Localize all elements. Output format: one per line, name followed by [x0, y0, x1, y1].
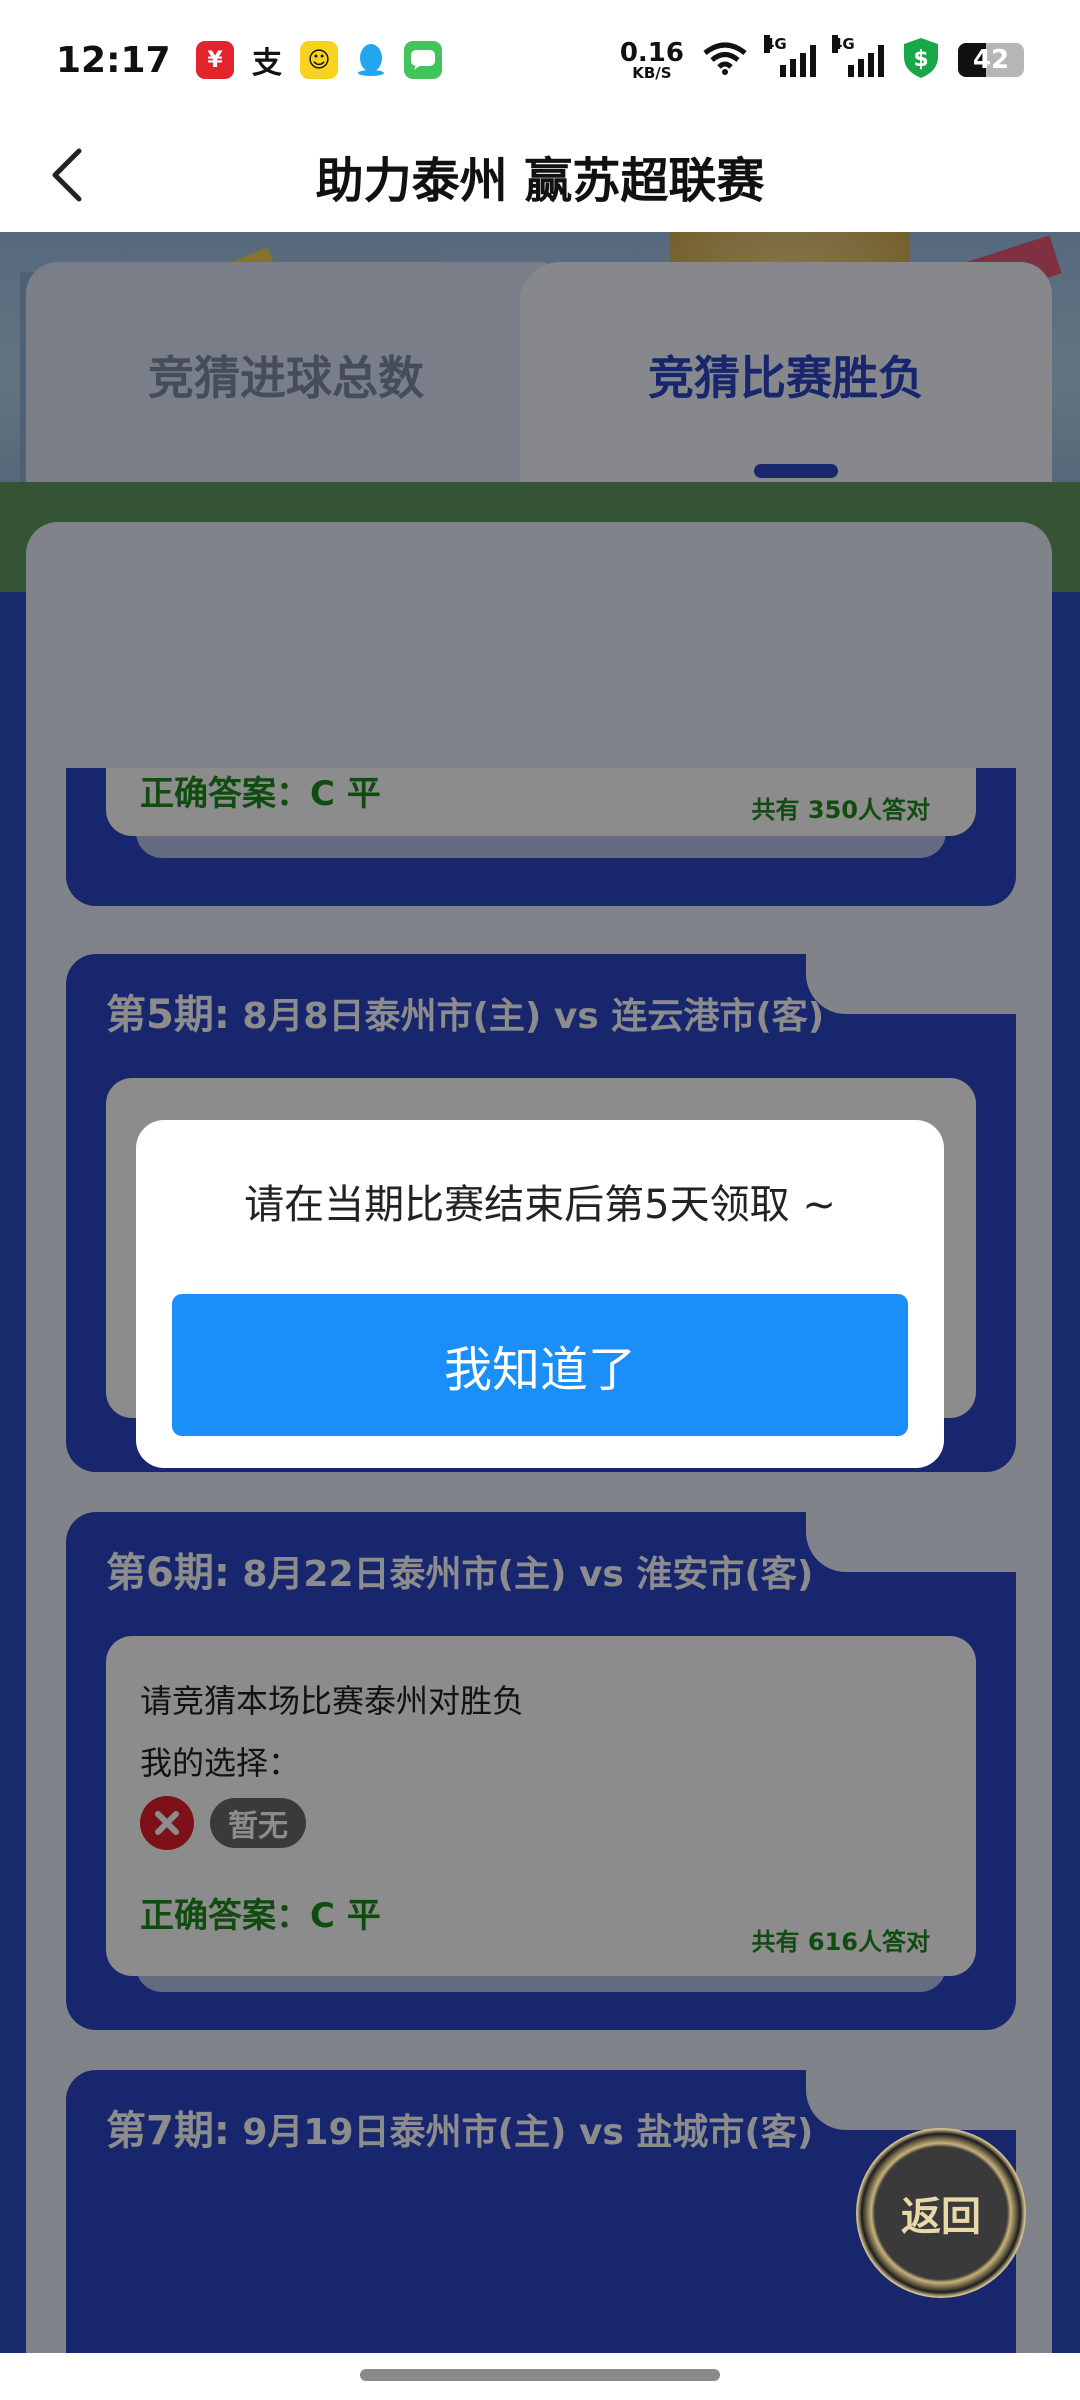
security-shield-icon: $ — [902, 37, 940, 83]
qq-icon — [352, 41, 390, 79]
battery-icon: 42 — [958, 43, 1024, 77]
messages-icon — [404, 41, 442, 79]
status-bar: 12:17 ¥ 支 ☺ 0.16 KB/S 4G 4G $ 42 — [0, 0, 1080, 120]
gesture-bar — [0, 2353, 1080, 2400]
notification-icons: ¥ 支 ☺ — [196, 41, 442, 81]
back-arrow-icon[interactable] — [44, 142, 88, 208]
return-button-label: 返回 — [901, 2194, 981, 2240]
signal-sim1-icon: 4G — [764, 35, 816, 77]
yunshanfu-icon: ¥ — [196, 41, 234, 79]
confirm-button[interactable]: 我知道了 — [172, 1294, 908, 1436]
return-button[interactable]: 返回 — [856, 2128, 1026, 2298]
status-time: 12:17 — [56, 39, 171, 81]
page-title: 助力泰州 赢苏超联赛 — [315, 153, 765, 209]
home-indicator[interactable] — [360, 2369, 720, 2381]
meituan-icon: ☺ — [300, 41, 338, 79]
signal-sim2-icon: 4G — [832, 35, 884, 77]
nav-bar: 助力泰州 赢苏超联赛 — [0, 120, 1080, 232]
alipay-icon: 支 — [248, 41, 286, 81]
network-speed: 0.16 KB/S — [619, 37, 684, 82]
notice-dialog: 请在当期比赛结束后第5天领取 ~ 我知道了 — [136, 1120, 944, 1468]
wifi-icon — [702, 41, 748, 79]
dialog-message: 请在当期比赛结束后第5天领取 ~ — [244, 1182, 836, 1228]
svg-text:$: $ — [913, 47, 928, 72]
status-indicators: 0.16 KB/S 4G 4G $ 42 — [619, 35, 1024, 83]
